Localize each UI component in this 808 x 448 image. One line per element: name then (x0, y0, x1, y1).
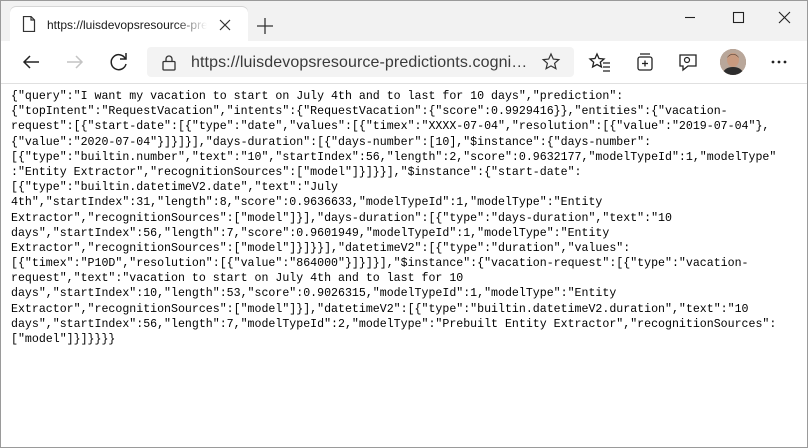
json-line: {"query":"I want my vacation to start on… (11, 90, 624, 103)
new-tab-icon[interactable] (253, 14, 277, 38)
json-line: {"value":"2020-07-04"}]}]}],"days-durati… (11, 135, 652, 149)
maximize-icon[interactable] (715, 1, 761, 33)
forward-icon[interactable] (61, 48, 89, 76)
json-line: ["model"]}]}}}} (11, 333, 116, 346)
back-icon[interactable] (17, 48, 45, 76)
json-line: Extractor","recognitionSources":["model"… (11, 211, 672, 225)
json-line: Extractor","recognitionSources":["model"… (11, 241, 631, 255)
json-line: days","startIndex":56,"length":7,"modelT… (11, 317, 777, 331)
refresh-icon[interactable] (105, 48, 133, 76)
window-close-icon[interactable] (761, 1, 807, 33)
json-line: request","text":"vacation to start on Ju… (11, 272, 464, 286)
json-line: days","startIndex":10,"length":53,"score… (11, 287, 617, 301)
tab-title: https://luisdevopsresource-predictions (47, 18, 207, 32)
minimize-icon[interactable] (667, 1, 713, 33)
json-line: :"Entity Extractor","recognitionSources"… (11, 165, 582, 179)
collections-icon[interactable] (631, 48, 659, 76)
json-line: Extractor","recognitionSources":["model"… (11, 302, 749, 316)
json-line: {"topIntent":"RequestVacation","intents"… (11, 105, 728, 119)
json-line: [{"timex":"P10D","resolution":[{"value":… (11, 257, 749, 271)
favorite-star-icon[interactable] (541, 52, 561, 72)
active-tab[interactable]: https://luisdevopsresource-predictions (10, 7, 248, 41)
lock-icon[interactable] (161, 54, 177, 71)
json-line: [{"type":"builtin.datetimeV2.date","text… (11, 181, 338, 195)
json-line: days","startIndex":56,"length":7,"score"… (11, 226, 610, 240)
profile-avatar[interactable] (720, 49, 746, 75)
more-menu-icon[interactable] (765, 48, 793, 76)
page-icon (22, 16, 36, 32)
close-icon[interactable] (215, 15, 235, 35)
url-text[interactable]: https://luisdevopsresource-predictionts.… (191, 53, 536, 73)
address-bar[interactable]: https://luisdevopsresource-predictionts.… (147, 47, 574, 77)
tab-strip: https://luisdevopsresource-predictions (1, 1, 807, 41)
feedback-icon[interactable] (674, 48, 702, 76)
json-line: 4th","startIndex":31,"length":8,"score":… (11, 196, 603, 210)
browser-window: https://luisdevopsresource-predictions (0, 0, 808, 448)
favorites-list-icon[interactable] (586, 48, 614, 76)
json-line: request":[{"start-date":[{"type":"date",… (11, 120, 770, 134)
avatar-image (720, 49, 746, 75)
json-line: [{"type":"builtin.number","text":"10","s… (11, 150, 777, 164)
json-response-body: {"query":"I want my vacation to start on… (11, 89, 801, 439)
